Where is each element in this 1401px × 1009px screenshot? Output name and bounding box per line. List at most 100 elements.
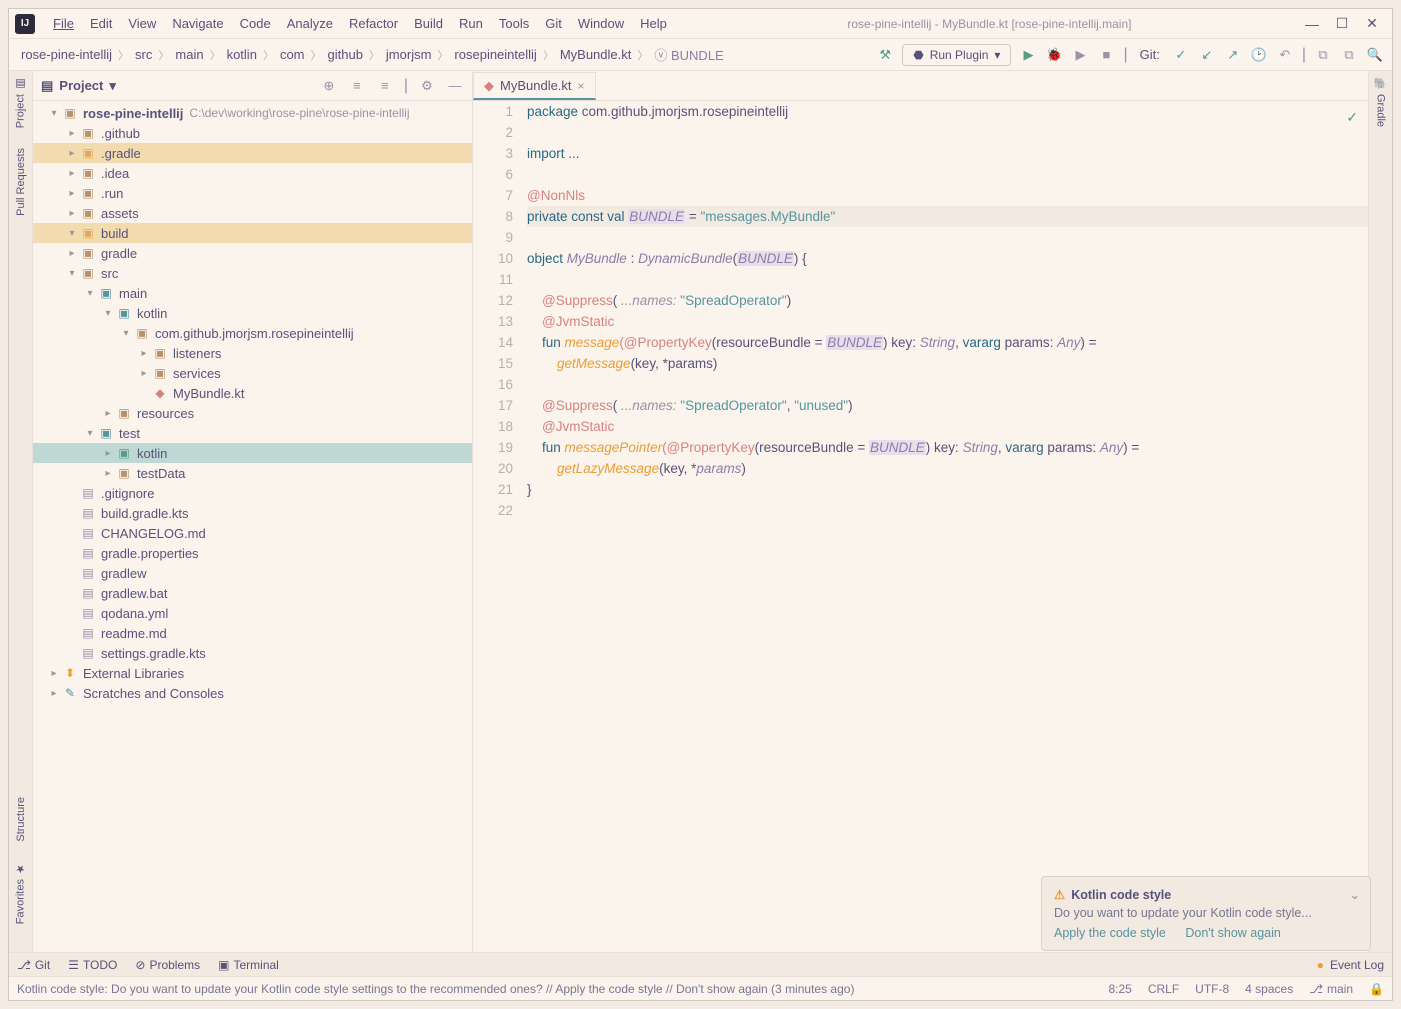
tree-row[interactable]: ▤gradle.properties (33, 543, 472, 563)
notification-dont-show-link[interactable]: Don't show again (1185, 926, 1281, 940)
build-icon[interactable]: ⚒ (876, 46, 894, 64)
project-tool-button[interactable]: Project ▤ (14, 77, 27, 128)
tree-row[interactable]: ▸▣testData (33, 463, 472, 483)
crumb-github[interactable]: github (324, 47, 367, 62)
coverage-button[interactable]: ▶ (1071, 46, 1089, 64)
run-button[interactable]: ▶ (1019, 46, 1037, 64)
tree-row[interactable]: ▾▣build (33, 223, 472, 243)
settings-icon[interactable]: ⚙ (418, 77, 436, 95)
editor-body[interactable]: 123678910111213141516171819202122 packag… (473, 101, 1368, 952)
select-opened-file-icon[interactable]: ⊕ (320, 77, 338, 95)
menu-analyze[interactable]: Analyze (279, 16, 341, 31)
tree-row[interactable]: ▸▣listeners (33, 343, 472, 363)
tree-row[interactable]: ▤qodana.yml (33, 603, 472, 623)
tree-row[interactable]: ▸▣services (33, 363, 472, 383)
crumb-src[interactable]: src (131, 47, 156, 62)
tree-row[interactable]: ▸▣.gradle (33, 143, 472, 163)
problems-tool-button[interactable]: ⊘ Problems (135, 958, 200, 972)
run-config-selector[interactable]: ⬣ Run Plugin ▾ (902, 44, 1011, 66)
menu-tools[interactable]: Tools (491, 16, 537, 31)
menu-help[interactable]: Help (632, 16, 675, 31)
debug-button[interactable]: 🐞 (1045, 46, 1063, 64)
tree-row[interactable]: ▤readme.md (33, 623, 472, 643)
notification-collapse-icon[interactable]: ⌄ (1350, 887, 1360, 902)
expand-all-icon[interactable]: ≡ (348, 77, 366, 95)
crumb-kotlin[interactable]: kotlin (223, 47, 261, 62)
minimize-button[interactable]: — (1304, 16, 1320, 32)
crumb-com[interactable]: com (276, 47, 309, 62)
tree-row[interactable]: ▾▣src (33, 263, 472, 283)
crumb-project[interactable]: rose-pine-intellij (17, 47, 116, 62)
line-separator[interactable]: CRLF (1148, 982, 1179, 996)
tree-row[interactable]: ▤gradlew.bat (33, 583, 472, 603)
terminal-tool-button[interactable]: ▣ Terminal (218, 958, 279, 972)
favorites-tool-button[interactable]: Favorites ★ (14, 862, 27, 924)
menu-code[interactable]: Code (232, 16, 279, 31)
tree-row[interactable]: ▾▣main (33, 283, 472, 303)
menu-view[interactable]: View (120, 16, 164, 31)
tree-row[interactable]: ▾▣kotlin (33, 303, 472, 323)
lock-icon[interactable]: 🔒 (1369, 982, 1384, 996)
ide-icon-1[interactable]: ⧉ (1314, 46, 1332, 64)
tree-row[interactable]: ▸▣assets (33, 203, 472, 223)
crumb-jmorjsm[interactable]: jmorjsm (382, 47, 436, 62)
project-pane-title[interactable]: ▤ Project ▾ (41, 78, 116, 94)
menu-refactor[interactable]: Refactor (341, 16, 406, 31)
vcs-commit-icon[interactable]: ✓ (1172, 46, 1190, 64)
tree-row[interactable]: ▾▣test (33, 423, 472, 443)
notification-apply-link[interactable]: Apply the code style (1054, 926, 1166, 940)
tree-row[interactable]: ◆MyBundle.kt (33, 383, 472, 403)
crumb-main[interactable]: main (171, 47, 207, 62)
tab-close-icon[interactable]: × (578, 79, 585, 93)
menu-window[interactable]: Window (570, 16, 632, 31)
file-encoding[interactable]: UTF-8 (1195, 982, 1229, 996)
editor-tab-mybundle[interactable]: ◆ MyBundle.kt × (473, 72, 596, 100)
tree-row[interactable]: ▾▣com.github.jmorjsm.rosepineintellij (33, 323, 472, 343)
menu-navigate[interactable]: Navigate (164, 16, 231, 31)
tree-row[interactable]: ▸✎Scratches and Consoles (33, 683, 472, 703)
menu-edit[interactable]: Edit (82, 16, 120, 31)
pull-requests-tool-button[interactable]: Pull Requests (15, 148, 27, 216)
vcs-history-icon[interactable]: 🕑 (1250, 46, 1268, 64)
maximize-button[interactable]: ☐ (1334, 16, 1350, 32)
stop-button[interactable]: ■ (1097, 46, 1115, 64)
code-area[interactable]: package com.github.jmorjsm.rosepineintel… (523, 101, 1368, 952)
tree-row[interactable]: ▸▣.run (33, 183, 472, 203)
tree-row[interactable]: ▾▣rose-pine-intellijC:\dev\working\rose-… (33, 103, 472, 123)
vcs-push-icon[interactable]: ↗ (1224, 46, 1242, 64)
vcs-update-icon[interactable]: ↙ (1198, 46, 1216, 64)
ide-icon-2[interactable]: ⧉ (1340, 46, 1358, 64)
event-log-button[interactable]: Event Log (1330, 958, 1384, 972)
inspection-ok-icon[interactable]: ✓ (1346, 107, 1358, 128)
tree-row[interactable]: ▸▣kotlin (33, 443, 472, 463)
menu-file[interactable]: File (45, 16, 82, 31)
collapse-all-icon[interactable]: ≡ (376, 77, 394, 95)
tree-row[interactable]: ▸▣.github (33, 123, 472, 143)
tree-row[interactable]: ▤gradlew (33, 563, 472, 583)
vcs-rollback-icon[interactable]: ↶ (1276, 46, 1294, 64)
git-tool-button[interactable]: ⎇ Git (17, 958, 50, 972)
close-button[interactable]: ✕ (1364, 16, 1380, 32)
tree-row[interactable]: ▸⬍External Libraries (33, 663, 472, 683)
gradle-tool-button[interactable]: 🐘 Gradle (1374, 77, 1387, 127)
menu-build[interactable]: Build (406, 16, 451, 31)
menu-run[interactable]: Run (451, 16, 491, 31)
tree-row[interactable]: ▤settings.gradle.kts (33, 643, 472, 663)
crumb-file[interactable]: MyBundle.kt (556, 47, 636, 62)
tree-row[interactable]: ▤build.gradle.kts (33, 503, 472, 523)
tree-row[interactable]: ▸▣gradle (33, 243, 472, 263)
menu-git[interactable]: Git (537, 16, 570, 31)
indent-widget[interactable]: 4 spaces (1245, 982, 1293, 996)
project-tree[interactable]: ▾▣rose-pine-intellijC:\dev\working\rose-… (33, 101, 472, 952)
tree-row[interactable]: ▸▣.idea (33, 163, 472, 183)
tree-row[interactable]: ▤CHANGELOG.md (33, 523, 472, 543)
crumb-member[interactable]: ⓥ BUNDLE (650, 45, 727, 64)
hide-icon[interactable]: — (446, 77, 464, 95)
search-everywhere-icon[interactable]: 🔍 (1366, 46, 1384, 64)
caret-position[interactable]: 8:25 (1108, 982, 1131, 996)
crumb-pkg[interactable]: rosepineintellij (450, 47, 540, 62)
tree-row[interactable]: ▸▣resources (33, 403, 472, 423)
structure-tool-button[interactable]: Structure (15, 797, 27, 842)
tree-row[interactable]: ▤.gitignore (33, 483, 472, 503)
git-branch-widget[interactable]: ⎇ main (1309, 982, 1353, 996)
